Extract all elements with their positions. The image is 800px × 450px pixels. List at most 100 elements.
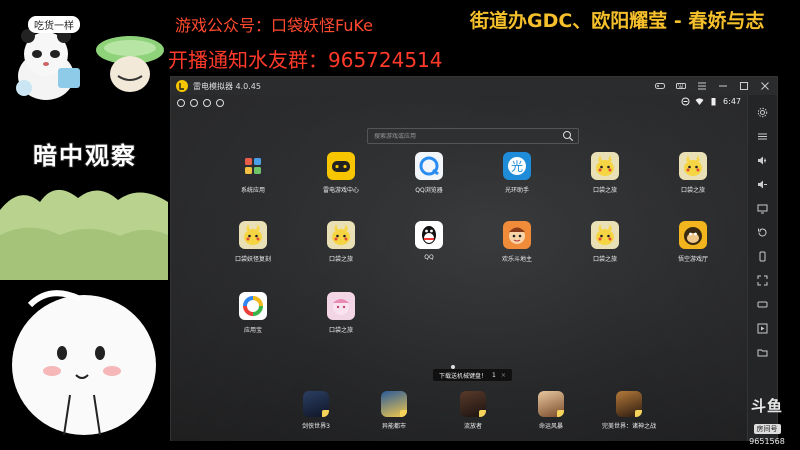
douyu-logo: 斗鱼 <box>750 397 783 415</box>
ldplayer-logo-icon <box>176 80 188 92</box>
pokemon-icon <box>327 221 355 249</box>
app-label: 欢乐斗地主 <box>501 256 532 263</box>
toast-close-button[interactable]: × <box>501 372 506 379</box>
emulator-title: 雷电模拟器 4.0.45 <box>193 81 261 91</box>
dock-app-mingyun[interactable]: 命运风暴 <box>521 391 581 430</box>
gamepad-icon[interactable] <box>654 80 666 92</box>
app-yingyongbao[interactable]: 应用宝 <box>218 292 288 334</box>
app-grid: 系统应用 雷电游戏中心 QQ浏览器 光 光环助手 口袋之旅 口袋之旅 口袋妖怪复… <box>171 95 747 441</box>
keyboard-icon[interactable] <box>675 80 687 92</box>
fullscreen-icon[interactable] <box>756 273 770 287</box>
app-label: 雷电游戏中心 <box>322 187 359 194</box>
close-icon[interactable] <box>759 80 771 92</box>
dock-app-jianxia[interactable]: 剑侠世界3 <box>286 391 346 430</box>
pokemon-icon <box>239 221 267 249</box>
app-label: 口袋之旅 <box>592 187 617 194</box>
app-label: QQ <box>424 254 434 261</box>
dock-label: 流放者 <box>463 423 482 430</box>
pokemon-icon <box>591 152 619 180</box>
app-wukong-arcade[interactable]: 悟空游戏厅 <box>658 221 728 263</box>
system-apps-icon <box>239 152 267 180</box>
app-halo-helper[interactable]: 光 光环助手 <box>482 152 552 194</box>
emulator-side-toolbar <box>747 95 777 441</box>
app-pokemon-journey[interactable]: 口袋之旅 <box>570 152 640 194</box>
game-cover-icon <box>538 391 564 417</box>
app-pokemon-remake[interactable]: 口袋妖怪复刻 <box>218 221 288 263</box>
yingyongbao-icon <box>239 292 267 320</box>
dock-label: 剑侠世界3 <box>302 423 330 430</box>
maximize-icon[interactable] <box>738 80 750 92</box>
app-label: 口袋之旅 <box>328 327 353 334</box>
app-ld-gamecenter[interactable]: 雷电游戏中心 <box>306 152 376 194</box>
volume-down-icon[interactable] <box>756 177 770 191</box>
toast-action[interactable]: 1 <box>492 372 496 379</box>
wukong-icon <box>679 221 707 249</box>
minimize-icon[interactable] <box>717 80 729 92</box>
pokemon-icon <box>591 221 619 249</box>
game-cover-icon <box>303 391 329 417</box>
stream-overlay-left: 吃货一样 暗中观察 <box>0 0 168 450</box>
promo-qq-group: 开播通知水友群：965724514 <box>168 48 443 72</box>
app-pokemon-journey[interactable]: 口袋之旅 <box>306 221 376 263</box>
pokemon-icon <box>679 152 707 180</box>
dock-app-liufang[interactable]: 流放者 <box>443 391 503 430</box>
app-label: 系统应用 <box>240 187 265 194</box>
app-pokemon-journey[interactable]: 口袋之旅 <box>306 292 376 334</box>
game-cover-icon <box>616 391 642 417</box>
app-label: 光环助手 <box>504 187 529 194</box>
bear-caption: 吃货一样 <box>28 16 80 33</box>
pokemon-icon <box>327 292 355 320</box>
halo-helper-icon: 光 <box>503 152 531 180</box>
promo-toast[interactable]: 下载送机械键盘！ 1 × <box>433 369 512 381</box>
sticker-area: 吃货一样 <box>0 0 168 115</box>
game-dock: 剑侠世界3 异能都市 流放者 命运风暴 完美世界：诸神之战 <box>171 391 747 441</box>
screen-icon[interactable] <box>756 201 770 215</box>
qq-icon <box>415 221 443 249</box>
more-icon[interactable] <box>756 129 770 143</box>
svg-text:光: 光 <box>511 160 523 174</box>
peek-text: 暗中观察 <box>32 140 137 171</box>
leaf-hat-sticker-icon <box>96 36 164 92</box>
menu-icon[interactable] <box>696 80 708 92</box>
gear-icon[interactable] <box>756 105 770 119</box>
app-system-apps[interactable]: 系统应用 <box>218 152 288 194</box>
douyu-room-number: 9651568 <box>749 437 785 446</box>
app-label: 应用宝 <box>243 327 262 334</box>
mochi-sticker-icon <box>0 285 168 450</box>
app-pokemon-journey[interactable]: 口袋之旅 <box>570 221 640 263</box>
emulator-window: 雷电模拟器 4.0.45 6:47 搜索游戏或应用 系统应用 雷电游戏中心 QQ… <box>170 76 778 441</box>
toast-text: 下载送机械键盘！ <box>439 372 488 380</box>
app-label: QQ浏览器 <box>415 187 443 194</box>
app-pokemon-journey[interactable]: 口袋之旅 <box>658 152 728 194</box>
dock-label: 异能都市 <box>381 423 406 430</box>
rotate-icon[interactable] <box>756 225 770 239</box>
app-label: 口袋之旅 <box>592 256 617 263</box>
app-qq-browser[interactable]: QQ浏览器 <box>394 152 464 194</box>
qq-browser-icon <box>415 152 443 180</box>
keymap-icon[interactable] <box>756 297 770 311</box>
dock-app-yineng[interactable]: 异能都市 <box>364 391 424 430</box>
app-qq[interactable]: QQ <box>394 221 464 261</box>
shake-icon[interactable] <box>756 249 770 263</box>
folder-icon[interactable] <box>756 345 770 359</box>
bush-icon <box>0 189 168 280</box>
app-label: 悟空游戏厅 <box>677 256 708 263</box>
dock-label: 命运风暴 <box>538 423 563 430</box>
dock-label: 完美世界：诸神之战 <box>601 423 656 430</box>
android-screen: 6:47 系统应用 雷电游戏中心 <box>171 95 747 441</box>
app-doudizhu[interactable]: 欢乐斗地主 <box>482 221 552 263</box>
ld-gamecenter-icon <box>327 152 355 180</box>
promo-wechat: 游戏公众号：口袋妖怪FuKe <box>175 16 374 35</box>
game-cover-icon <box>381 391 407 417</box>
doudizhu-icon <box>503 221 531 249</box>
app-label: 口袋之旅 <box>680 187 705 194</box>
app-label: 口袋妖怪复刻 <box>234 256 271 263</box>
volume-up-icon[interactable] <box>756 153 770 167</box>
play-icon[interactable] <box>756 321 770 335</box>
dock-app-wanmei[interactable]: 完美世界：诸神之战 <box>599 391 659 430</box>
app-label: 口袋之旅 <box>328 256 353 263</box>
douyu-watermark: 斗鱼 房间号 9651568 <box>742 395 792 446</box>
game-cover-icon <box>460 391 486 417</box>
now-playing-marquee: 街道办GDC、欧阳耀莹 - 春娇与志 <box>470 10 765 32</box>
douyu-room-label: 房间号 <box>753 424 781 434</box>
